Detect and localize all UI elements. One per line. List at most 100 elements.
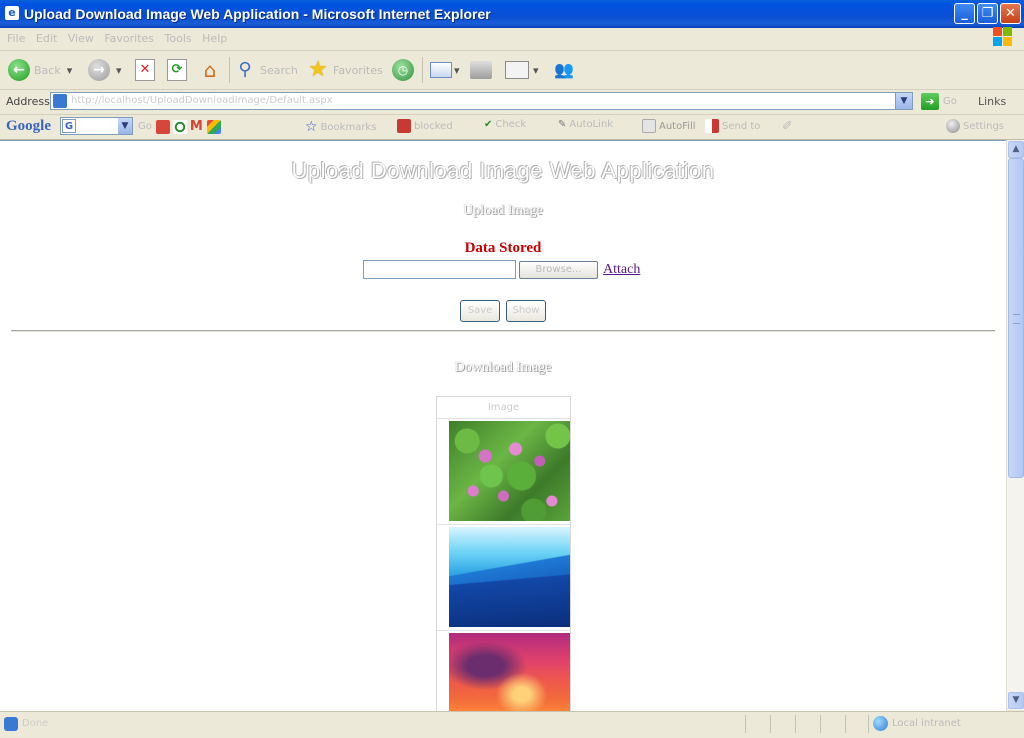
settings-button[interactable]: Settings (946, 119, 1004, 133)
spellcheck-icon: ✔ (484, 119, 493, 130)
maximize-button[interactable]: ❐ (977, 3, 998, 24)
menu-item-edit[interactable]: Edit (36, 32, 57, 45)
search-icon: ⚲ (238, 59, 252, 80)
page-icon (53, 94, 67, 108)
address-dropdown-icon[interactable]: ▼ (895, 93, 912, 109)
edit-dropdown-icon[interactable]: ▾ (533, 64, 539, 77)
popup-blocker-button[interactable]: blocked (397, 119, 453, 133)
status-text: Done (22, 718, 49, 729)
messenger-button[interactable]: 👥 (552, 57, 576, 83)
orkut-icon (172, 119, 187, 134)
pencil-button[interactable]: ✐ (782, 119, 793, 134)
pencil-icon: ✐ (782, 119, 793, 134)
refresh-button[interactable]: ⟳ (167, 57, 187, 83)
stop-icon: ✕ (135, 59, 155, 81)
messenger-icon: 👥 (554, 60, 574, 79)
sendto-button[interactable]: Send to (705, 119, 760, 133)
status-message: Data Stored (464, 240, 542, 256)
vertical-scrollbar[interactable]: ▲ ▼ (1006, 140, 1024, 710)
search-button[interactable]: ⚲ Search (234, 57, 297, 83)
sendto-icon (705, 119, 719, 133)
links-button[interactable]: Links (978, 95, 1006, 108)
go-arrow-icon[interactable]: ➜ (921, 93, 939, 110)
scroll-up-icon[interactable]: ▲ (1008, 141, 1024, 158)
autofill-button[interactable]: AutoFill (642, 119, 696, 133)
download-heading: Download Image (454, 360, 552, 375)
window-title: Upload Download Image Web Application - … (24, 6, 491, 22)
address-input[interactable]: http://localhost/UploadDownloadImage/Def… (50, 92, 913, 110)
mail-dropdown-icon[interactable]: ▾ (454, 64, 460, 77)
mail-icon (430, 62, 452, 78)
security-zone: Local intranet (873, 716, 961, 731)
close-button[interactable]: ✕ (1000, 3, 1021, 24)
google-dropdown-icon[interactable]: ▼ (118, 118, 132, 134)
save-button[interactable]: Save (460, 300, 500, 322)
menu-item-view[interactable]: View (68, 32, 94, 45)
autolink-button[interactable]: ✎ AutoLink (558, 119, 613, 130)
address-label: Address (6, 95, 50, 108)
status-bar: Done Local intranet (0, 711, 1024, 738)
menu-item-help[interactable]: Help (202, 32, 227, 45)
upload-heading: Upload Image (463, 203, 543, 218)
ie-status-icon (4, 717, 18, 731)
autolink-wand-icon: ✎ (558, 119, 567, 130)
page-title: Upload Download Image Web Application (291, 158, 715, 183)
google-apps-icon (206, 119, 221, 134)
show-button[interactable]: Show (506, 300, 546, 322)
google-go-button[interactable]: Go M (138, 119, 224, 134)
window-titlebar: e Upload Download Image Web Application … (0, 0, 1024, 28)
lotus-flowers-image[interactable] (449, 421, 570, 521)
menu-item-favorites[interactable]: Favorites (104, 32, 154, 45)
google-search-input[interactable]: G ▼ (60, 117, 133, 135)
image-column-header: Image (437, 397, 570, 419)
spellcheck-button[interactable]: ✔ Check (484, 119, 526, 130)
edit-button[interactable]: ▾ (505, 57, 539, 83)
mail-button[interactable]: ▾ (430, 57, 460, 83)
section-divider (11, 330, 995, 332)
go-button[interactable]: Go (943, 96, 957, 107)
back-dropdown-icon[interactable]: ▾ (67, 64, 73, 77)
google-logo[interactable]: Google (6, 118, 51, 135)
menu-item-file[interactable]: File (7, 32, 25, 45)
windows-logo-icon (992, 26, 1014, 48)
print-button[interactable] (470, 57, 492, 83)
favorites-star-icon: ★ (308, 57, 328, 82)
forward-arrow-icon: → (88, 59, 110, 81)
back-button[interactable]: ← Back ▾ (8, 57, 72, 83)
forward-button[interactable]: → ▾ (88, 57, 122, 83)
scroll-thumb[interactable] (1008, 158, 1024, 478)
attach-link[interactable]: Attach (603, 262, 640, 278)
standard-toolbar: ← Back ▾ → ▾ ✕ ⟳ ⌂ ⚲ Search ★ Favorites … (0, 51, 1024, 90)
google-toolbar: Google G ▼ Go M ☆ Bookmarks blocked ✔ Ch… (0, 115, 1024, 140)
menu-bar: File Edit View Favorites Tools Help (0, 28, 1024, 51)
intranet-globe-icon (873, 716, 888, 731)
blue-mountains-image[interactable] (449, 527, 570, 627)
menu-item-tools[interactable]: Tools (165, 32, 192, 45)
settings-gear-icon (946, 119, 960, 133)
stop-button[interactable]: ✕ (135, 57, 155, 83)
scroll-down-icon[interactable]: ▼ (1008, 692, 1024, 709)
news-icon (155, 119, 170, 134)
google-g-icon: G (62, 119, 76, 133)
refresh-icon: ⟳ (167, 59, 187, 81)
minimize-button[interactable]: _ (954, 3, 975, 24)
address-url[interactable]: http://localhost/UploadDownloadImage/Def… (71, 95, 333, 106)
printer-icon (470, 61, 492, 79)
browse-button[interactable]: Browse... (519, 261, 598, 279)
autofill-icon (642, 119, 656, 133)
forward-dropdown-icon[interactable]: ▾ (116, 64, 122, 77)
image-grid: Image (436, 396, 571, 711)
sunset-clouds-image[interactable] (449, 633, 570, 711)
home-button[interactable]: ⌂ (198, 57, 222, 83)
bookmark-star-icon: ☆ (305, 119, 318, 135)
popup-blocker-icon (397, 119, 411, 133)
favorites-button[interactable]: ★ Favorites (307, 57, 383, 83)
ie-page-icon: e (5, 6, 19, 20)
address-bar: Address http://localhost/UploadDownloadI… (0, 90, 1024, 115)
page-content: Upload Download Image Web Application Up… (0, 140, 1006, 711)
history-button[interactable]: ◷ (392, 57, 414, 83)
gmail-icon: M (189, 119, 203, 134)
file-path-input[interactable] (363, 260, 516, 279)
back-arrow-icon: ← (8, 59, 30, 81)
bookmarks-button[interactable]: ☆ Bookmarks (305, 119, 376, 135)
